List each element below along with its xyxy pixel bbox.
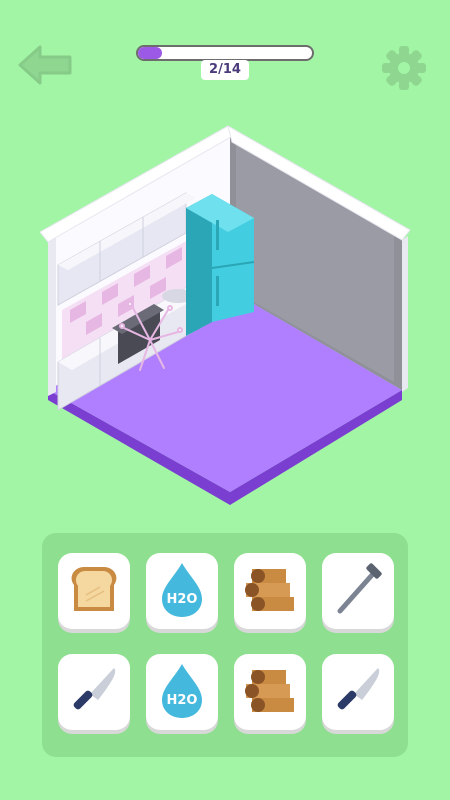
water-drop-icon: H2O — [162, 664, 202, 718]
back-arrow-icon — [18, 45, 72, 85]
level-progress-bar — [136, 45, 314, 61]
h2o-label: H2O — [167, 592, 198, 607]
item-slot-nail[interactable] — [322, 553, 394, 629]
level-counter: 2/14 — [201, 60, 249, 80]
item-slot-wood[interactable] — [234, 654, 306, 730]
left-wall-edge — [48, 238, 56, 396]
room-scene — [39, 124, 411, 505]
knife-icon — [73, 668, 116, 710]
item-slot-water[interactable]: H2O — [146, 654, 218, 730]
right-wall-edge — [402, 236, 408, 392]
knife-icon — [337, 668, 380, 710]
back-button[interactable] — [18, 44, 74, 86]
wood-icon — [245, 670, 294, 712]
wood-icon — [245, 569, 294, 611]
toast-icon — [71, 567, 117, 611]
h2o-label: H2O — [167, 693, 198, 708]
item-slot-knife[interactable] — [58, 654, 130, 730]
water-drop-icon: H2O — [162, 563, 202, 617]
item-slot-toast[interactable] — [58, 553, 130, 629]
settings-button[interactable] — [380, 44, 428, 92]
level-progress-fill — [138, 47, 163, 59]
nail-icon — [337, 563, 382, 614]
item-slot-wood[interactable] — [234, 553, 306, 629]
item-slot-knife[interactable] — [322, 654, 394, 730]
gear-icon — [382, 46, 426, 90]
item-slot-water[interactable]: H2O — [146, 553, 218, 629]
